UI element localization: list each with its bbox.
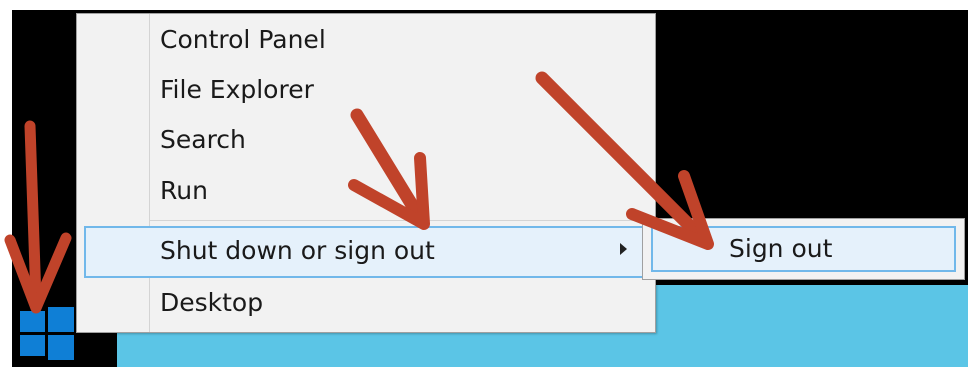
menu-item-desktop[interactable]: Desktop xyxy=(77,277,655,329)
windows-logo-icon[interactable] xyxy=(20,307,74,361)
menu-item-label: Shut down or sign out xyxy=(160,236,435,265)
submenu-item-label: Sign out xyxy=(729,234,833,263)
windows-logo-pane xyxy=(20,311,45,332)
menu-item-control-panel[interactable]: Control Panel xyxy=(77,14,655,66)
menu-item-label: Control Panel xyxy=(160,25,326,54)
chevron-right-icon xyxy=(620,243,627,255)
menu-item-label: File Explorer xyxy=(160,75,314,104)
menu-item-label: Run xyxy=(160,176,208,205)
menu-item-label: Desktop xyxy=(160,288,264,317)
shutdown-submenu: Sign out xyxy=(642,218,965,280)
menu-item-run[interactable]: Run xyxy=(77,165,655,217)
menu-item-label: Search xyxy=(160,125,246,154)
windows-logo-pane xyxy=(20,335,45,356)
menu-item-shut-down-or-sign-out[interactable]: Shut down or sign out xyxy=(84,226,649,278)
menu-item-file-explorer[interactable]: File Explorer xyxy=(77,64,655,116)
menu-item-search[interactable]: Search xyxy=(77,114,655,166)
windows-logo-pane xyxy=(48,335,74,360)
start-context-menu: Control Panel File Explorer Search Run S… xyxy=(76,13,656,333)
windows-logo-pane xyxy=(48,307,74,332)
menu-separator xyxy=(149,220,649,221)
submenu-item-sign-out[interactable]: Sign out xyxy=(651,226,956,272)
